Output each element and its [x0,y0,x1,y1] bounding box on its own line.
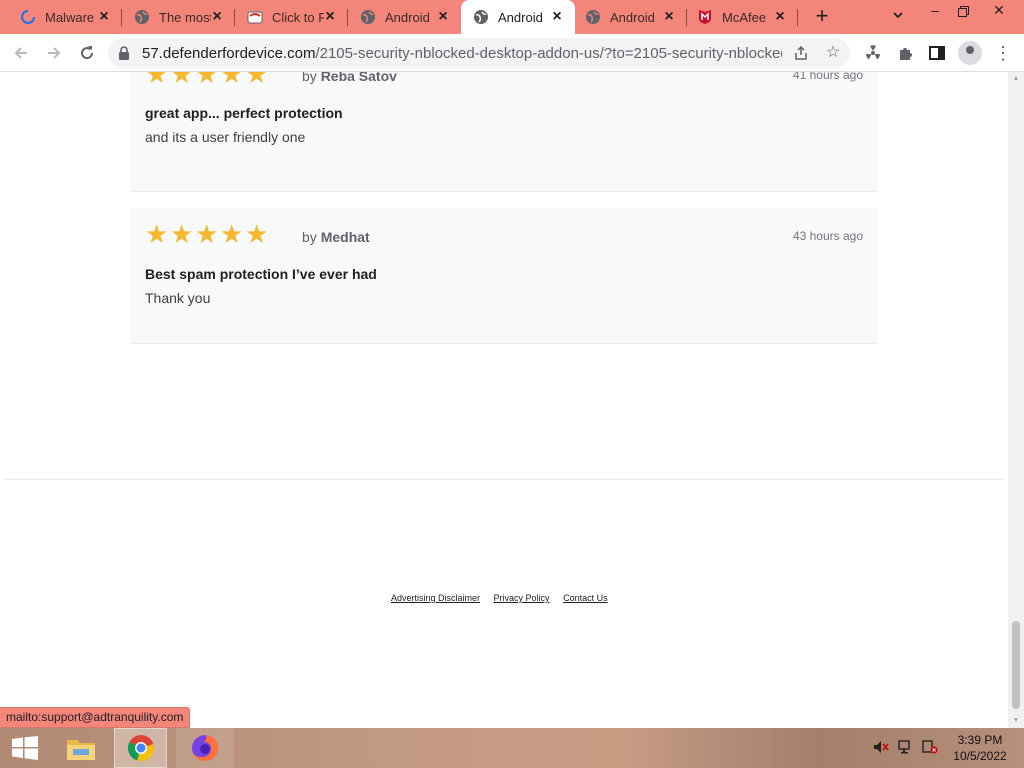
volume-muted-icon[interactable] [872,740,890,756]
review-card: ★ ★ ★ ★ ★ by Reba Satov 41 hours ago gre… [130,72,878,192]
close-window-button[interactable]: ✕ [984,2,1014,22]
lock-icon[interactable] [118,46,132,60]
star-icon: ★ [195,219,219,249]
chevron-down-icon[interactable] [888,8,908,26]
address-bar[interactable]: 57.defenderfordevice.com/2105-security-n… [108,38,850,68]
advertising-disclaimer-link[interactable]: Advertising Disclaimer [391,593,480,603]
review-title: great app... perfect protection [145,105,343,121]
tab-android-1[interactable]: Android × [348,0,461,34]
firefox-icon [192,735,218,761]
scroll-up-arrow-icon[interactable]: ▲ [1008,72,1024,86]
side-panel-icon[interactable] [926,42,948,64]
tab-title: Click to P [272,9,324,25]
windows-logo-icon [12,736,38,760]
taskbar-clock[interactable]: 3:39 PM 10/5/2022 [948,732,1012,764]
menu-kebab-icon[interactable]: ⋮ [992,42,1014,64]
clock-date: 10/5/2022 [953,749,1007,763]
globe-icon [360,9,376,25]
review-time: 41 hours ago [792,72,863,82]
minimize-window-button[interactable]: – [920,2,950,22]
globe-icon [473,9,489,25]
network-icon[interactable] [897,740,915,756]
back-arrow-icon[interactable] [10,42,32,64]
forward-arrow-icon[interactable] [43,42,65,64]
clock-time: 3:39 PM [957,733,1003,747]
firefox-taskbar-button[interactable] [176,728,234,768]
review-author: by Medhat [302,229,370,245]
globe-icon [585,9,601,25]
review-card: ★ ★ ★ ★ ★ by Medhat 43 hours ago Best sp… [130,208,878,344]
close-tab-icon[interactable]: × [549,9,565,25]
review-body: and its a user friendly one [145,129,306,145]
url-text: 57.defenderfordevice.com/2105-security-n… [142,45,782,62]
page-viewport: ★ ★ ★ ★ ★ by Reba Satov 41 hours ago gre… [0,72,1008,728]
star-icon: ★ [145,219,169,249]
tab-title: Malware [45,9,95,25]
star-icon: ★ [170,72,194,89]
extensions-puzzle-icon[interactable] [895,42,917,64]
tab-android-active[interactable]: Android × [461,0,575,34]
review-body: Thank you [145,290,211,306]
tab-title: Android [610,9,655,25]
profile-avatar[interactable] [958,41,982,65]
folder-icon [67,740,95,760]
tab-strip: Malware × The most × Click to P × Androi… [0,0,1024,34]
restore-window-button[interactable] [948,2,978,22]
star-icon: ★ [220,219,244,249]
close-tab-icon[interactable]: × [435,9,451,25]
close-tab-icon[interactable]: × [322,9,338,25]
tab-the-most[interactable]: The most × [122,0,235,34]
contact-us-link[interactable]: Contact Us [563,593,608,603]
tab-android-3[interactable]: Android × [575,0,687,34]
star-icon: ★ [245,219,269,249]
browser-toolbar: 57.defenderfordevice.com/2105-security-n… [0,34,1024,72]
privacy-policy-link[interactable]: Privacy Policy [494,593,550,603]
page-scrollbar[interactable]: ▲ ▼ [1008,72,1024,728]
share-icon[interactable] [790,42,812,64]
loading-spinner-icon [20,9,36,25]
start-button[interactable] [0,728,50,768]
star-icon: ★ [245,72,269,89]
page-favicon-icon [247,9,263,25]
star-icon: ★ [195,72,219,89]
star-rating: ★ ★ ★ ★ ★ [145,72,271,88]
review-time: 43 hours ago [792,229,863,243]
scrollbar-thumb[interactable] [1012,621,1020,709]
tab-title: Android [385,9,430,25]
close-tab-icon[interactable]: × [96,9,112,25]
mcafee-shield-icon [697,9,713,25]
action-center-warning-icon[interactable] [921,740,939,756]
review-author: by Reba Satov [302,72,397,84]
chrome-icon [127,735,154,762]
tab-mcafee[interactable]: McAfee × [687,0,798,34]
star-rating: ★ ★ ★ ★ ★ [145,219,271,249]
star-icon: ★ [220,72,244,89]
star-icon: ★ [170,219,194,249]
close-tab-icon[interactable]: × [772,9,788,25]
footer-links: Advertising Disclaimer Privacy Policy Co… [391,593,619,603]
status-bubble: mailto:support@adtranquility.com [0,707,191,728]
tab-title: Android [498,9,543,25]
close-tab-icon[interactable]: × [209,9,225,25]
footer-divider [5,479,1003,480]
globe-icon [134,9,150,25]
tab-malware[interactable]: Malware × [0,0,122,34]
windows-taskbar: 3:39 PM 10/5/2022 [0,728,1024,768]
review-title: Best spam protection I’ve ever had [145,266,377,282]
chrome-taskbar-button[interactable] [114,728,167,768]
reload-icon[interactable] [76,42,98,64]
tab-click-to[interactable]: Click to P × [235,0,348,34]
extension-radiation-icon[interactable] [862,42,884,64]
tab-title: McAfee [722,9,767,25]
star-icon: ★ [145,72,169,89]
file-explorer-button[interactable] [56,728,106,768]
scroll-down-arrow-icon[interactable]: ▼ [1008,714,1024,728]
bookmark-star-icon[interactable]: ☆ [822,42,844,64]
tab-title: The most [159,9,211,25]
new-tab-button[interactable]: + [810,5,834,29]
close-tab-icon[interactable]: × [661,9,677,25]
